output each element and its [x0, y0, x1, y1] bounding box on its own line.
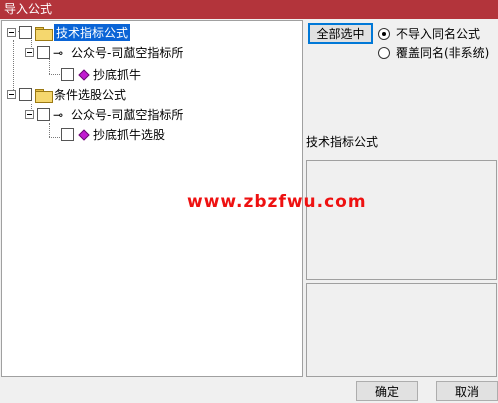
tree-line: [49, 123, 50, 137]
folder-icon: [35, 88, 53, 103]
collapse-toggle[interactable]: [7, 28, 16, 37]
collapse-toggle[interactable]: [25, 110, 34, 119]
tree-node-label: 公众号-司蓏空指标所: [71, 108, 184, 122]
node-checkbox[interactable]: [61, 128, 74, 141]
radio-button[interactable]: [378, 46, 390, 59]
key-icon: ⊸: [53, 45, 64, 60]
tree-node-label: 公众号-司蓏空指标所: [71, 46, 184, 60]
radio-overwrite-duplicate[interactable]: 覆盖同名(非系统): [378, 44, 489, 61]
tree-node-group[interactable]: ⊸ 公众号-司蓏空指标所: [25, 43, 183, 62]
select-all-button[interactable]: 全部选中: [308, 23, 373, 44]
collapse-toggle[interactable]: [25, 48, 34, 57]
tree-node-label: 抄底抓牛: [93, 68, 142, 82]
window-title: 导入公式: [0, 0, 498, 19]
tree-node-label: 条件选股公式: [54, 88, 127, 102]
formula-info-label: 技术指标公式: [306, 135, 379, 149]
cancel-button[interactable]: 取消: [436, 381, 498, 401]
node-checkbox[interactable]: [37, 46, 50, 59]
tree-node-label: 抄底抓牛选股: [93, 128, 166, 142]
node-checkbox[interactable]: [19, 88, 32, 101]
tree-node-label: 技术指标公式: [54, 24, 131, 41]
radio-no-import-duplicate[interactable]: 不导入同名公式: [378, 25, 480, 42]
tree-node-screening-formulas[interactable]: 条件选股公式: [7, 85, 126, 104]
tree-node-group[interactable]: ⊸ 公众号-司蓏空指标所: [25, 105, 183, 124]
formula-detail-box: [306, 283, 497, 377]
formula-diamond-icon: [78, 128, 90, 141]
folder-icon: [35, 26, 53, 41]
radio-label: 不导入同名公式: [396, 27, 481, 41]
formula-description-box: [306, 160, 497, 280]
radio-label: 覆盖同名(非系统): [396, 46, 490, 60]
node-checkbox[interactable]: [19, 26, 32, 39]
key-icon: ⊸: [53, 107, 64, 122]
ok-button[interactable]: 确定: [356, 381, 418, 401]
node-checkbox[interactable]: [61, 68, 74, 81]
tree-node-formula[interactable]: 抄底抓牛选股: [61, 125, 165, 144]
collapse-toggle[interactable]: [7, 90, 16, 99]
formula-diamond-icon: [78, 68, 90, 81]
tree-node-formula[interactable]: 抄底抓牛: [61, 65, 141, 84]
tree-node-technical-formulas[interactable]: 技术指标公式: [7, 23, 131, 42]
node-checkbox[interactable]: [37, 108, 50, 121]
watermark-text: www.zbzfwu.com: [187, 192, 367, 212]
radio-button[interactable]: [378, 27, 390, 40]
